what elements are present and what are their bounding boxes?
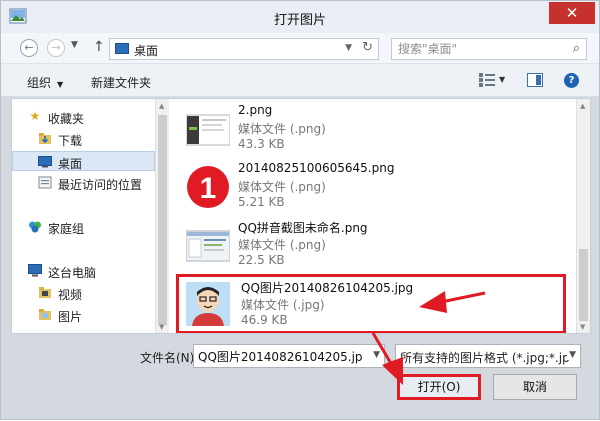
- preview-pane-icon[interactable]: [527, 73, 543, 87]
- scrollbar-thumb[interactable]: [158, 115, 167, 325]
- sidebar-item-label: 桌面: [58, 157, 83, 171]
- sidebar-item-recent-places[interactable]: 最近访问的位置: [12, 173, 155, 193]
- file-type: 媒体文件 (.png): [238, 238, 326, 252]
- chevron-down-icon[interactable]: ▼: [345, 43, 352, 53]
- file-type: 媒体文件 (.jpg): [241, 298, 325, 312]
- file-item[interactable]: 2.png 媒体文件 (.png) 43.3 KB: [176, 99, 566, 159]
- sidebar-item-pictures[interactable]: 图片: [12, 305, 155, 325]
- cartoon-avatar-thumb: [186, 282, 230, 326]
- window-screenshot-thumb: [186, 230, 230, 262]
- sidebar-item-label: 收藏夹: [48, 112, 85, 126]
- file-type: 媒体文件 (.png): [238, 122, 326, 136]
- sidebar-item-this-pc[interactable]: 这台电脑: [12, 261, 155, 281]
- forward-button[interactable]: →: [47, 39, 65, 57]
- screenshot-thumb: [186, 114, 230, 146]
- help-icon[interactable]: ?: [564, 73, 579, 88]
- chevron-down-icon[interactable]: ▼: [567, 350, 576, 360]
- search-icon: ⌕: [572, 41, 580, 56]
- address-row: ← → ▼ ↑ 桌面 ▼ ↻ ⌕: [1, 33, 599, 63]
- scroll-down-icon[interactable]: ▼: [580, 323, 585, 331]
- file-size: 46.9 KB: [241, 313, 288, 327]
- scroll-up-icon[interactable]: ▲: [159, 102, 164, 110]
- scroll-down-icon[interactable]: ▼: [159, 323, 164, 331]
- file-item[interactable]: 1 20140825100605645.png 媒体文件 (.png) 5.21…: [176, 157, 566, 217]
- sidebar-item-videos[interactable]: 视频: [12, 283, 155, 303]
- back-button[interactable]: ←: [20, 39, 38, 57]
- close-button[interactable]: ✕: [549, 2, 595, 24]
- file-size: 43.3 KB: [238, 137, 285, 151]
- filename-combobox[interactable]: ▼: [193, 344, 385, 368]
- red-circle-1-thumb: 1: [187, 166, 229, 208]
- up-button[interactable]: ↑: [93, 39, 105, 55]
- recent-places-icon: [38, 176, 52, 189]
- sidebar-item-label: 图片: [58, 310, 83, 324]
- browse-area: ★ 收藏夹 下载 桌面 最近访问的位置 家庭组 这台电脑 视频 图片 ▲ ▼ 2…: [11, 98, 591, 334]
- video-folder-icon: [38, 286, 52, 299]
- sidebar-item-label: 下载: [58, 134, 83, 148]
- file-name: 20140825100605645.png: [238, 161, 395, 175]
- sidebar-item-desktop[interactable]: 桌面: [12, 151, 155, 171]
- pictures-folder-icon: [38, 308, 52, 321]
- desktop-folder-icon: [115, 43, 129, 54]
- filename-input[interactable]: [198, 346, 363, 366]
- star-icon: ★: [29, 109, 41, 123]
- file-name: 2.png: [238, 103, 273, 117]
- homegroup-icon: [28, 220, 42, 233]
- sidebar-item-label: 家庭组: [48, 222, 85, 236]
- address-bar[interactable]: 桌面 ▼ ↻: [109, 38, 379, 60]
- file-size: 22.5 KB: [238, 253, 285, 267]
- sidebar-item-label: 最近访问的位置: [58, 178, 143, 192]
- sidebar-item-favorites[interactable]: ★ 收藏夹: [12, 107, 155, 127]
- open-file-dialog: 打开图片 ✕ ← → ▼ ↑ 桌面 ▼ ↻ ⌕ 组织 ▼ 新建文件夹: [0, 0, 600, 420]
- desktop-icon: [38, 155, 52, 168]
- download-folder-icon: [38, 132, 52, 145]
- chevron-down-icon[interactable]: ▼: [373, 350, 380, 360]
- navigation-pane: ★ 收藏夹 下载 桌面 最近访问的位置 家庭组 这台电脑 视频 图片: [12, 99, 155, 333]
- file-name: QQ图片20140826104205.jpg: [241, 281, 414, 295]
- scroll-up-icon[interactable]: ▲: [580, 102, 585, 110]
- navigation-scrollbar[interactable]: ▲ ▼: [155, 99, 169, 333]
- address-path: 桌面: [134, 44, 159, 58]
- view-dropdown-icon[interactable]: ▼: [499, 75, 505, 84]
- sidebar-item-homegroup[interactable]: 家庭组: [12, 217, 155, 237]
- sidebar-item-downloads[interactable]: 下载: [12, 129, 155, 149]
- chevron-down-icon: ▼: [57, 80, 64, 89]
- title-bar: 打开图片 ✕: [1, 1, 599, 33]
- file-item[interactable]: QQ拼音截图未命名.png 媒体文件 (.png) 22.5 KB: [176, 215, 566, 275]
- file-item-selected[interactable]: QQ图片20140826104205.jpg 媒体文件 (.jpg) 46.9 …: [176, 274, 566, 333]
- recent-locations-dropdown[interactable]: ▼: [71, 40, 78, 50]
- toolbar: 组织 ▼ 新建文件夹 ▼ ?: [1, 63, 599, 97]
- new-folder-button[interactable]: 新建文件夹: [91, 74, 151, 91]
- view-options-icon[interactable]: [479, 73, 495, 87]
- filename-label: 文件名(N):: [140, 351, 199, 365]
- file-list: 2.png 媒体文件 (.png) 43.3 KB 1 201408251006…: [170, 99, 576, 333]
- organize-label: 组织: [27, 76, 52, 90]
- cancel-button[interactable]: 取消: [493, 374, 577, 400]
- dialog-title: 打开图片: [273, 13, 326, 28]
- file-list-scrollbar[interactable]: ▲ ▼: [576, 99, 590, 333]
- file-size: 5.21 KB: [238, 195, 285, 209]
- search-box[interactable]: ⌕: [391, 38, 587, 60]
- search-input[interactable]: [398, 40, 558, 58]
- file-type-filter-select[interactable]: 所有支持的图片格式 (*.jpg;*.jp ▼: [395, 344, 581, 368]
- svg-text:1: 1: [200, 172, 217, 205]
- file-type-filter-value: 所有支持的图片格式 (*.jpg;*.jp: [400, 351, 570, 365]
- sidebar-item-label: 这台电脑: [48, 266, 97, 280]
- file-name: QQ拼音截图未命名.png: [238, 221, 368, 235]
- scrollbar-thumb[interactable]: [579, 249, 588, 321]
- computer-icon: [28, 264, 42, 277]
- sidebar-item-label: 视频: [58, 288, 83, 302]
- refresh-button[interactable]: ↻: [362, 40, 373, 55]
- open-button[interactable]: 打开(O): [397, 374, 481, 400]
- file-type: 媒体文件 (.png): [238, 180, 326, 194]
- organize-menu-button[interactable]: 组织 ▼: [27, 74, 63, 91]
